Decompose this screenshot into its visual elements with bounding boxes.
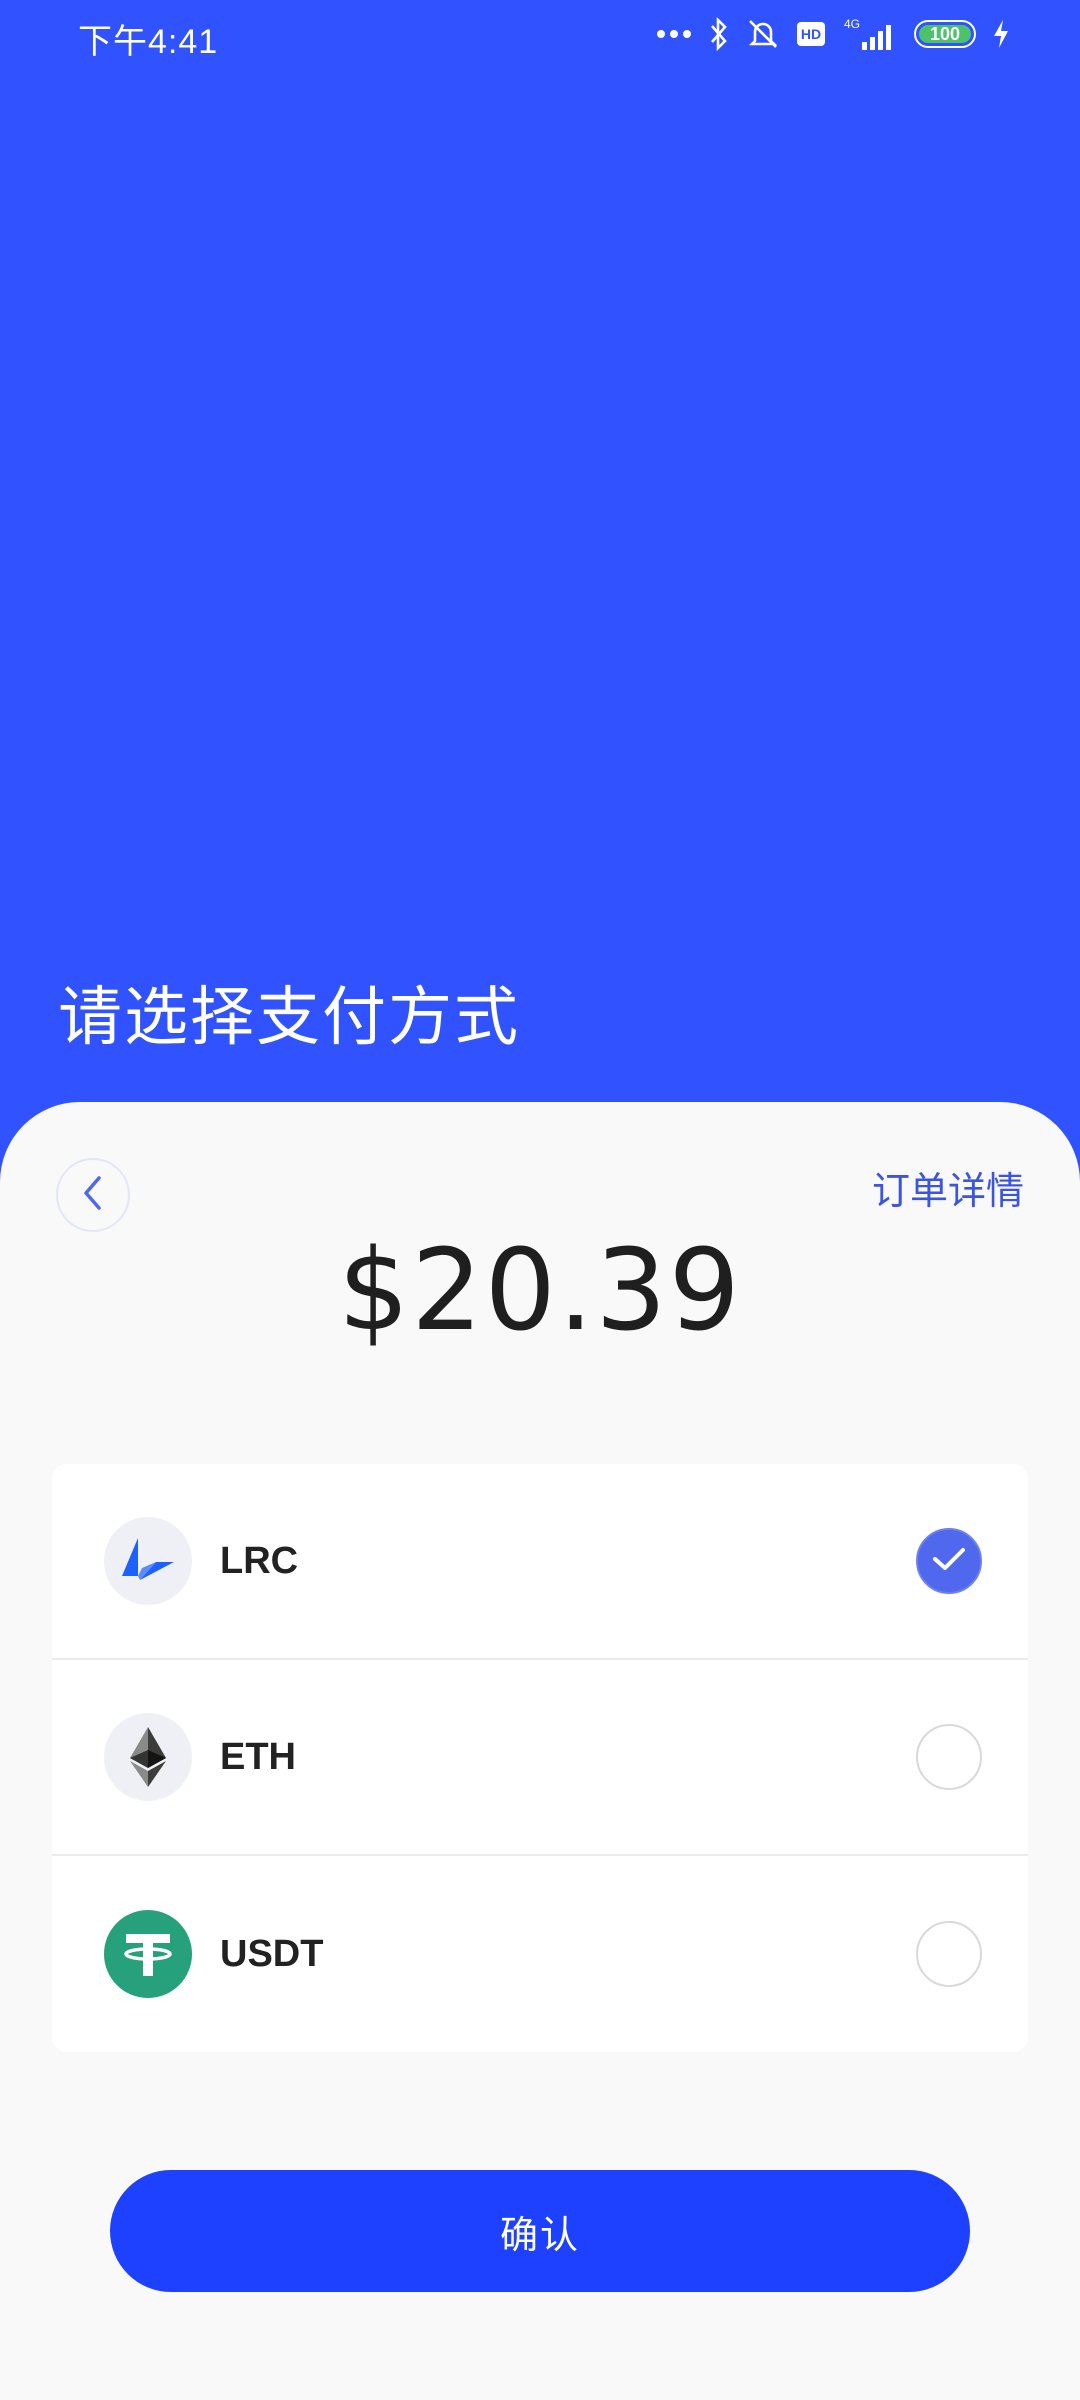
hd-label: HD: [801, 26, 821, 42]
radio-eth[interactable]: [916, 1724, 982, 1790]
checkmark-icon: [931, 1545, 967, 1577]
method-label-lrc: LRC: [220, 1539, 299, 1582]
payment-method-lrc[interactable]: LRC: [52, 1464, 1028, 1660]
page-title: 请选择支付方式: [58, 981, 520, 1055]
hd-icon: HD: [796, 21, 826, 47]
radio-usdt[interactable]: [916, 1921, 982, 1987]
method-label-eth: ETH: [220, 1735, 296, 1778]
lrc-coin-icon: [104, 1517, 192, 1605]
more-dots-icon: [656, 29, 692, 39]
payment-sheet: 订单详情 $20.39 LRC ETH USDT 确认: [0, 1102, 1080, 2400]
status-time: 下午4:41: [78, 23, 219, 61]
battery-level: 100: [929, 23, 961, 44]
back-button[interactable]: [56, 1158, 130, 1232]
payment-method-usdt[interactable]: USDT: [52, 1856, 1028, 2052]
status-icons: HD 4G 100: [656, 14, 1010, 54]
bluetooth-icon: [708, 17, 730, 51]
confirm-button[interactable]: 确认: [110, 2170, 970, 2292]
payment-method-list: LRC ETH USDT: [52, 1464, 1028, 2052]
charging-icon: [992, 19, 1010, 49]
battery-icon: 100: [914, 20, 976, 48]
chevron-left-icon: [80, 1173, 106, 1217]
eth-coin-icon: [104, 1713, 192, 1801]
mute-bell-icon: [746, 17, 780, 51]
method-label-usdt: USDT: [220, 1932, 324, 1975]
payment-method-eth[interactable]: ETH: [52, 1660, 1028, 1856]
payment-amount: $20.39: [338, 1226, 742, 1356]
order-details-link[interactable]: 订单详情: [872, 1160, 1024, 1215]
status-bar: 下午4:41 HD 4G 100: [0, 0, 1080, 64]
network-type: 4G: [844, 17, 860, 31]
radio-lrc-selected[interactable]: [916, 1528, 982, 1594]
signal-icon: 4G: [842, 16, 898, 52]
usdt-coin-icon: [104, 1910, 192, 1998]
